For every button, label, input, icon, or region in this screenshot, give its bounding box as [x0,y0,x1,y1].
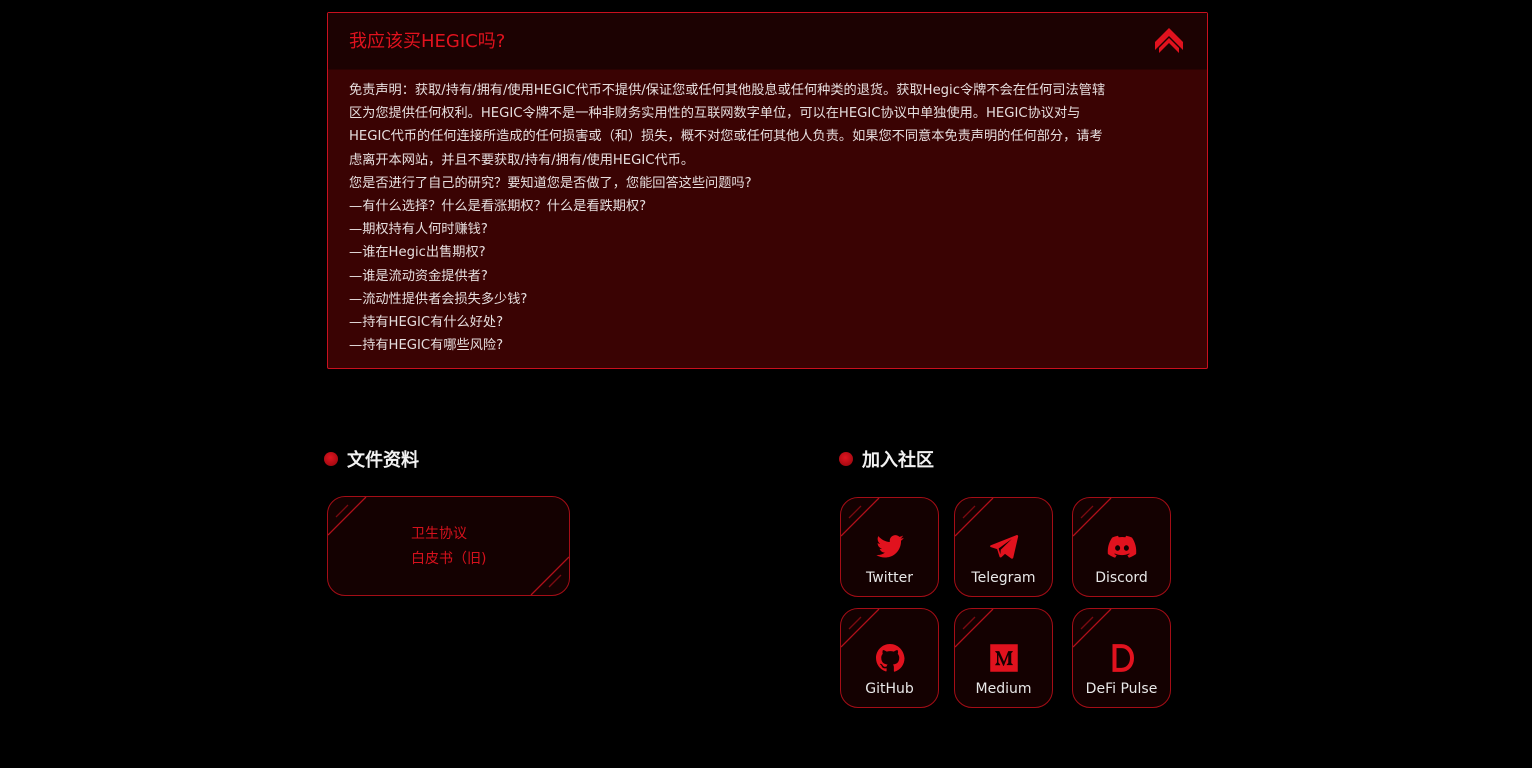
docs-heading-label: 文件资料 [347,450,419,471]
bullet-dot-icon [324,452,338,466]
twitter-icon [875,535,904,558]
social-card-twitter[interactable]: Twitter [840,497,939,597]
github-icon [875,644,904,672]
social-card-discord[interactable]: Discord [1072,497,1171,597]
faq-header[interactable]: 我应该买HEGIC吗? [328,13,1207,70]
faq-body: 免责声明：获取/持有/拥有/使用HEGIC代币不提供/保证您或任何其他股息或任何… [328,70,1207,357]
page: 我应该买HEGIC吗? 免责声明：获取/持有/拥有/使用HEGIC代币不提供/保… [0,0,1532,768]
faq-line: —谁是流动资金提供者? [349,268,488,284]
social-card-github[interactable]: GitHub [840,608,939,708]
social-card-medium[interactable]: Medium [954,608,1053,708]
faq-line: —谁在Hegic出售期权? [349,245,486,261]
social-card-telegram[interactable]: Telegram [954,497,1053,597]
faq-line: —流动性提供者会损失多少钱? [349,291,528,307]
social-card-defi-pulse[interactable]: DeFi Pulse [1072,608,1171,708]
medium-icon [989,644,1018,672]
faq-line: 免责声明：获取/持有/拥有/使用HEGIC代币不提供/保证您或任何其他股息或任何… [349,83,1106,98]
doc-link-whitepaper[interactable]: 白皮书（旧) [411,549,486,569]
social-label: Medium [975,681,1032,697]
corner-slash-icon [530,556,569,595]
community-heading-label: 加入社区 [862,450,934,471]
doc-link-protocol[interactable]: 卫生协议 [411,524,467,544]
bullet-dot-icon [839,452,853,466]
social-label: Discord [1095,570,1148,586]
community-heading: 加入社区 [839,446,934,472]
telegram-icon [989,535,1018,559]
docs-heading: 文件资料 [324,446,419,472]
corner-slash-icon [328,497,367,536]
faq-title[interactable]: 我应该买HEGIC吗? [349,29,505,55]
faq-line: 区为您提供任何权利。HEGIC令牌不是一种非财务实用性的互联网数字单位，可以在H… [349,106,1081,122]
faq-line: 您是否进行了自己的研究？要知道您是否做了，您能回答这些问题吗? [349,175,752,191]
faq-line: —持有HEGIC有哪些风险? [349,338,504,354]
social-label: Telegram [971,570,1036,586]
defi-pulse-icon [1112,644,1134,672]
faq-line: 虑离开本网站，并且不要获取/持有/拥有/使用HEGIC代币。 [349,152,695,168]
faq-line: —期权持有人何时赚钱? [349,222,488,238]
docs-card: 卫生协议 白皮书（旧) [327,496,570,596]
faq-panel: 我应该买HEGIC吗? 免责声明：获取/持有/拥有/使用HEGIC代币不提供/保… [327,12,1208,369]
faq-line: —有什么选择？什么是看涨期权？什么是看跌期权? [349,199,647,215]
faq-line: HEGIC代币的任何连接所造成的任何损害或（和）损失，概不对您或任何其他人负责。… [349,129,1103,145]
chevron-up-icon[interactable] [1153,26,1185,56]
faq-line: —持有HEGIC有什么好处? [349,315,504,331]
social-label: Twitter [866,570,913,586]
social-label: DeFi Pulse [1085,681,1158,697]
discord-icon [1107,535,1136,558]
social-label: GitHub [865,681,914,697]
